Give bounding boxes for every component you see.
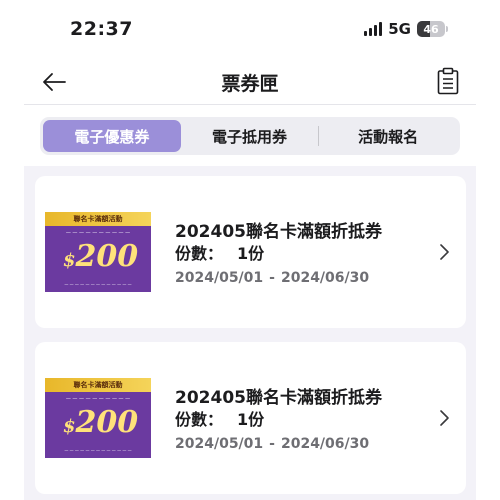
tab-label: 電子優惠券 <box>74 127 150 146</box>
date-separator: - <box>269 436 275 452</box>
coupon-image-fineprint: — — — — — — — — — — <box>65 230 131 236</box>
quantity-label: 份數： <box>175 244 224 263</box>
tab-label: 活動報名 <box>358 127 419 146</box>
clipboard-button[interactable] <box>432 64 464 98</box>
coupon-title: 202405聯名卡滿額折抵券 <box>175 222 382 242</box>
status-bar: 22:37 5G 46 <box>0 0 500 60</box>
network-type: 5G <box>388 20 411 38</box>
tab-label: 電子抵用券 <box>212 127 288 146</box>
coupon-validity: 2024/05/01 - 2024/06/30 <box>175 270 369 286</box>
coupon-image: 聯名卡滿額活動 — — — — — — — — — — $200 — — — —… <box>45 378 151 458</box>
date-start: 2024/05/01 <box>175 436 264 452</box>
quantity-value: 1份 <box>237 244 265 263</box>
coupon-image-band: 聯名卡滿額活動 <box>45 378 151 392</box>
coupon-quantity: 份數： 1份 <box>175 240 264 264</box>
date-start: 2024/05/01 <box>175 270 264 286</box>
coupon-validity: 2024/05/01 - 2024/06/30 <box>175 436 369 452</box>
tab-event-registration[interactable]: 活動報名 <box>319 120 457 152</box>
coupon-image-band: 聯名卡滿額活動 <box>45 212 151 226</box>
cellular-signal-icon <box>364 22 383 36</box>
chevron-right-icon <box>440 410 449 426</box>
coupon-image-footer: — — — — — — — — — — — — — <box>64 448 132 453</box>
coupon-card[interactable]: 聯名卡滿額活動 — — — — — — — — — — $200 — — — —… <box>35 342 466 494</box>
coupon-card[interactable]: 聯名卡滿額活動 — — — — — — — — — — $200 — — — —… <box>35 176 466 328</box>
coupon-quantity: 份數： 1份 <box>175 406 264 430</box>
battery-level: 46 <box>423 22 439 36</box>
coupon-image-amount: $200 <box>63 405 139 440</box>
date-separator: - <box>269 270 275 286</box>
nav-divider <box>24 104 476 105</box>
coupon-image-fineprint: — — — — — — — — — — <box>65 396 131 402</box>
coupon-image-amount: $200 <box>63 239 139 274</box>
battery-icon: 46 <box>417 21 448 37</box>
date-end: 2024/06/30 <box>280 270 370 286</box>
clipboard-list-icon <box>437 67 459 95</box>
date-end: 2024/06/30 <box>280 436 370 452</box>
quantity-value: 1份 <box>237 410 265 429</box>
tab-e-voucher[interactable]: 電子抵用券 <box>181 120 319 152</box>
chevron-right-icon <box>440 244 449 260</box>
quantity-label: 份數： <box>175 410 224 429</box>
coupon-title: 202405聯名卡滿額折抵券 <box>175 388 382 408</box>
page-title: 票券匣 <box>221 73 279 95</box>
coupon-image-footer: — — — — — — — — — — — — — <box>64 282 132 287</box>
nav-bar: 票券匣 <box>0 60 500 104</box>
tab-bar: 電子優惠券 電子抵用券 活動報名 <box>40 117 460 155</box>
status-indicators: 5G 46 <box>364 20 448 38</box>
coupon-image: 聯名卡滿額活動 — — — — — — — — — — $200 — — — —… <box>45 212 151 292</box>
status-time: 22:37 <box>70 18 133 40</box>
tab-e-coupon[interactable]: 電子優惠券 <box>43 120 181 152</box>
